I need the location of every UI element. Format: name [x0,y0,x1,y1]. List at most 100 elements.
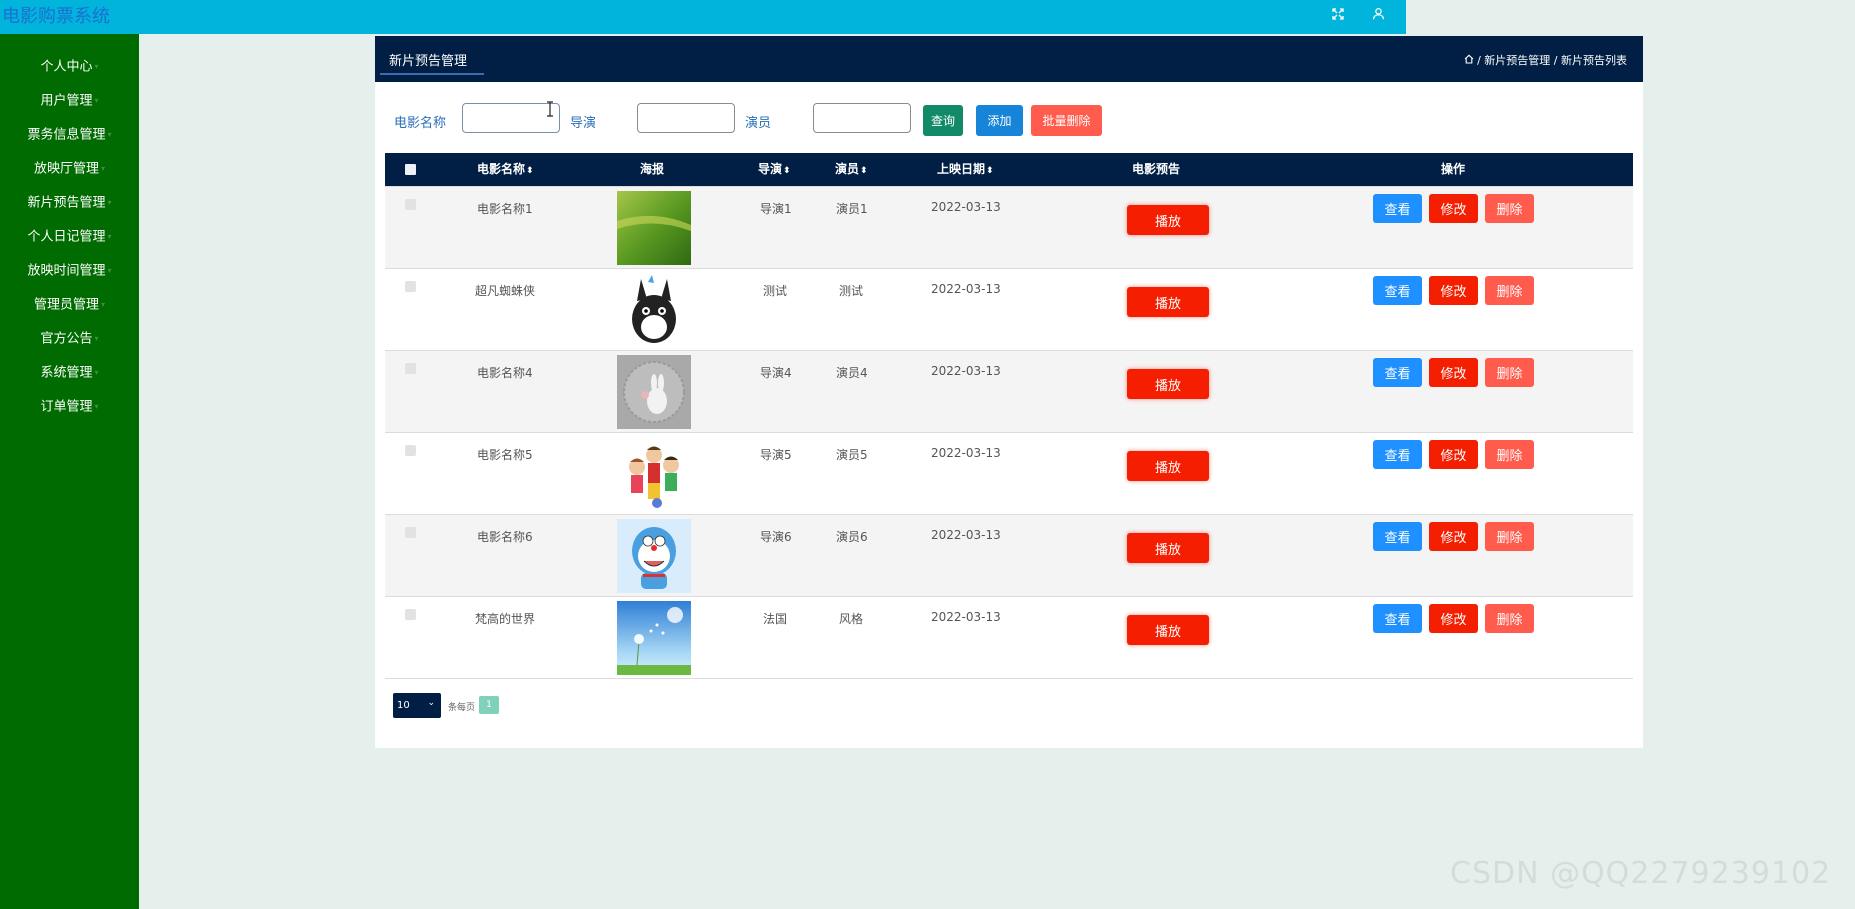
sidebar-item-trailers[interactable]: 新片预告管理 ▾ [0,193,139,213]
batch-delete-button[interactable]: 批量删除 [1031,105,1102,136]
play-button[interactable]: 播放 [1127,287,1209,317]
top-bar: 电影购票系统 [0,0,1406,34]
chevron-down-icon: ▾ [107,266,112,275]
edit-button[interactable]: 修改 [1429,276,1478,305]
actor-label: 演员 [745,116,772,131]
fullscreen-icon[interactable] [1327,6,1349,28]
sort-icon: ⬍ [860,166,868,176]
director: 导演1 [760,202,792,216]
table-row: 梵高的世界 法国 风格 2022-03-13 播放 查看 修改 删除 [385,596,1633,679]
view-button[interactable]: 查看 [1373,358,1422,387]
chevron-down-icon: ▾ [94,402,99,411]
delete-button[interactable]: 删除 [1485,276,1534,305]
actor-input[interactable] [813,103,911,133]
view-button[interactable]: 查看 [1373,604,1422,633]
column-header-actor[interactable]: 演员⬍ [835,153,868,186]
edit-button[interactable]: 修改 [1429,604,1478,633]
sidebar-item-diary[interactable]: 个人日记管理 ▾ [0,227,139,247]
user-icon[interactable] [1367,6,1389,28]
column-header-release-date[interactable]: 上映日期⬍ [937,153,994,186]
text-cursor-icon [545,101,555,117]
sidebar-item-tickets[interactable]: 票务信息管理 ▾ [0,125,139,145]
delete-button[interactable]: 删除 [1485,194,1534,223]
sidebar-item-system[interactable]: 系统管理 ▾ [0,363,139,383]
row-checkbox[interactable] [405,445,416,456]
chevron-down-icon: ▾ [94,62,99,71]
watermark: CSDN @QQ2279239102 [1450,856,1832,891]
director-input[interactable] [637,103,735,133]
edit-button[interactable]: 修改 [1429,440,1478,469]
sidebar-item-halls[interactable]: 放映厅管理 ▾ [0,159,139,179]
row-checkbox[interactable] [405,363,416,374]
movie-name: 电影名称4 [477,366,533,380]
director-label: 导演 [570,116,597,131]
director: 法国 [763,612,788,626]
sidebar-item-users[interactable]: 用户管理 ▾ [0,91,139,111]
page-title[interactable]: 新片预告管理 [389,50,467,69]
row-checkbox[interactable] [405,281,416,292]
edit-button[interactable]: 修改 [1429,522,1478,551]
home-icon[interactable] [1464,54,1474,67]
delete-button[interactable]: 删除 [1485,440,1534,469]
movie-name: 电影名称6 [477,530,533,544]
sidebar: 个人中心 ▾ 用户管理 ▾ 票务信息管理 ▾ 放映厅管理 ▾ 新片预告管理 ▾ 个人日记管… [0,34,139,909]
app-title: 电影购票系统 [2,6,110,27]
chevron-down-icon: ▾ [94,334,99,343]
column-header-trailer: 电影预告 [1132,162,1181,176]
delete-button[interactable]: 删除 [1485,604,1534,633]
per-page-label: 条每页 [448,703,476,713]
edit-button[interactable]: 修改 [1429,194,1478,223]
content-panel: 新片预告管理 / 新片预告管理 / 新片预告列表 电影名称 导演 演员 查询 添… [375,36,1643,748]
actor: 演员5 [836,448,868,462]
release-date: 2022-03-13 [931,610,1001,624]
view-button[interactable]: 查看 [1373,194,1422,223]
play-button[interactable]: 播放 [1127,369,1209,399]
sidebar-item-admins[interactable]: 管理员管理 ▾ [0,295,139,315]
table-header: 电影名称⬍ 海报 导演⬍ 演员⬍ 上映日期⬍ 电影预告 操作 [385,153,1633,186]
row-checkbox[interactable] [405,527,416,538]
trailer-table: 电影名称⬍ 海报 导演⬍ 演员⬍ 上映日期⬍ 电影预告 操作 电影名称1 导演1… [385,153,1633,679]
chevron-down-icon: ▾ [107,130,112,139]
column-header-director[interactable]: 导演⬍ [758,153,791,186]
delete-button[interactable]: 删除 [1485,358,1534,387]
actor: 演员1 [836,202,868,216]
movie-name-label: 电影名称 [394,116,447,131]
chevron-down-icon: ▾ [101,300,106,309]
row-checkbox[interactable] [405,199,416,210]
page-size-select[interactable]: 10 ⌄ [393,693,441,718]
director: 导演6 [760,530,792,544]
table-row: 电影名称5 导演5 演员5 2022-03-13 播放 查看 修改 删除 [385,432,1633,514]
column-header-name[interactable]: 电影名称⬍ [477,153,534,186]
add-button[interactable]: 添加 [976,105,1023,136]
view-button[interactable]: 查看 [1373,522,1422,551]
select-all-checkbox[interactable] [405,164,416,175]
view-button[interactable]: 查看 [1373,440,1422,469]
play-button[interactable]: 播放 [1127,533,1209,563]
table-row: 电影名称4 导演4 演员4 2022-03-13 播放 查看 修改 删除 [385,350,1633,432]
sidebar-item-showtimes[interactable]: 放映时间管理 ▾ [0,261,139,281]
table-row: 电影名称6 导演6 演员6 2022-03-13 播放 查看 修改 删除 [385,514,1633,596]
view-button[interactable]: 查看 [1373,276,1422,305]
query-button[interactable]: 查询 [923,105,963,136]
movie-name: 梵高的世界 [475,612,536,626]
release-date: 2022-03-13 [931,528,1001,542]
release-date: 2022-03-13 [931,282,1001,296]
poster-image [617,437,691,511]
play-button[interactable]: 播放 [1127,451,1209,481]
chevron-down-icon: ⌄ [427,698,435,708]
edit-button[interactable]: 修改 [1429,358,1478,387]
row-checkbox[interactable] [405,609,416,620]
sidebar-item-orders[interactable]: 订单管理 ▾ [0,397,139,417]
delete-button[interactable]: 删除 [1485,522,1534,551]
play-button[interactable]: 播放 [1127,205,1209,235]
poster-image [617,355,691,429]
play-button[interactable]: 播放 [1127,615,1209,645]
poster-image [617,601,691,675]
page-button-current[interactable]: 1 [479,696,499,714]
movie-name: 超凡蜘蛛侠 [475,284,536,298]
sidebar-item-personal-center[interactable]: 个人中心 ▾ [0,57,139,77]
sidebar-item-announcements[interactable]: 官方公告 ▾ [0,329,139,349]
release-date: 2022-03-13 [931,446,1001,460]
poster-image [617,191,691,265]
actor: 风格 [839,612,864,626]
